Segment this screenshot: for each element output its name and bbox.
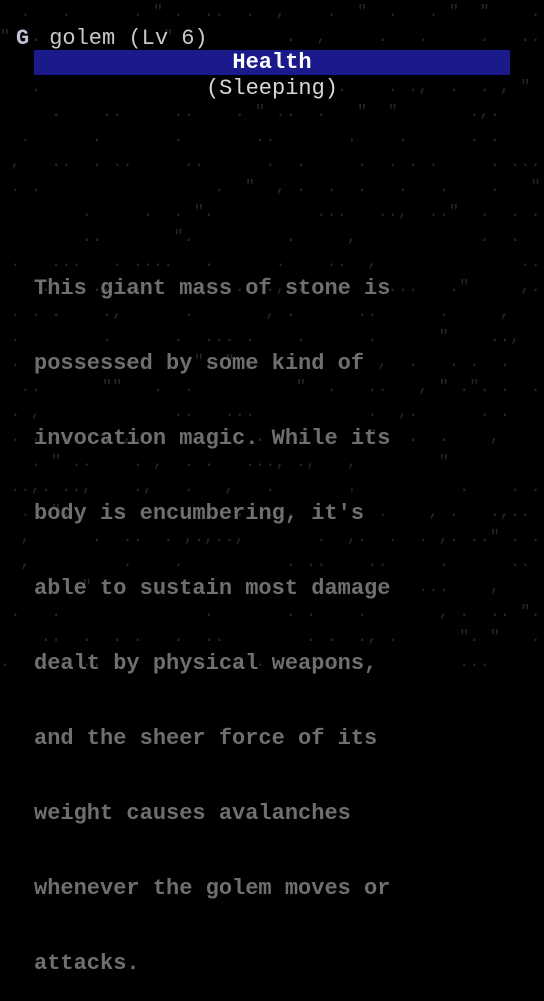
description-line: and the sheer force of its bbox=[34, 726, 378, 751]
tab-health[interactable]: Health bbox=[34, 50, 510, 75]
description-line: invocation magic. While its bbox=[34, 426, 391, 451]
monster-description: This giant mass of stone is possessed by… bbox=[34, 226, 514, 1001]
description-line: attacks. bbox=[34, 951, 140, 976]
description-line: possessed by some kind of bbox=[34, 351, 365, 376]
description-line: This giant mass of stone is bbox=[34, 276, 391, 301]
monster-header: Ggolem (Lv 6) bbox=[16, 26, 208, 51]
monster-status: (Sleeping) bbox=[205, 76, 339, 101]
description-line: body is encumbering, it's bbox=[34, 501, 365, 526]
monster-glyph-icon: G bbox=[16, 26, 30, 51]
description-line: whenever the golem moves or bbox=[34, 876, 391, 901]
monster-name-level: golem (Lv 6) bbox=[49, 26, 208, 51]
description-line: weight causes avalanches bbox=[34, 801, 351, 826]
description-line: dealt by physical weapons, bbox=[34, 651, 378, 676]
description-line: able to sustain most damage bbox=[34, 576, 391, 601]
